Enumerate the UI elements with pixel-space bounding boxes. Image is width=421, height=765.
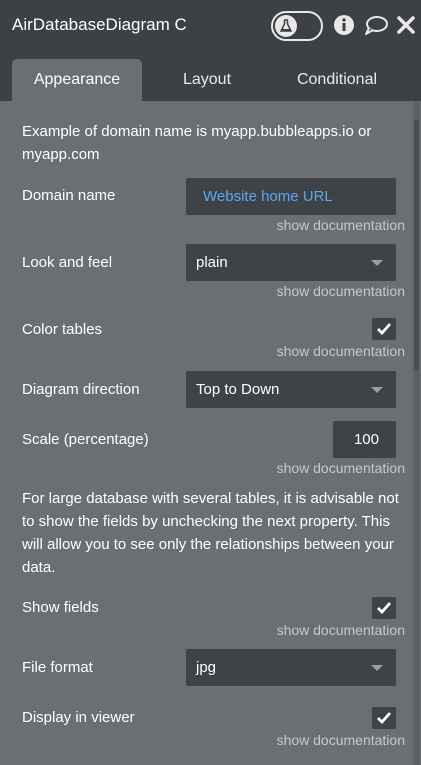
file-format-value: jpg (196, 659, 217, 676)
domain-name-input[interactable]: Website home URL (186, 178, 396, 215)
show-fields-label: Show fields (22, 599, 99, 616)
tab-bar: Appearance Layout Conditional (0, 50, 421, 101)
diagram-direction-dropdown[interactable]: Top to Down (186, 371, 396, 408)
test-mode-toggle[interactable] (271, 11, 323, 41)
look-and-feel-dropdown[interactable]: plain (186, 244, 396, 281)
checkmark-icon (377, 323, 392, 336)
display-in-viewer-checkbox[interactable] (372, 707, 396, 729)
show-fields-hint: For large database with several tables, … (22, 490, 399, 576)
tab-conditional[interactable]: Conditional (272, 59, 402, 101)
element-name-title[interactable]: AirDatabaseDiagram C (12, 15, 187, 35)
checkmark-icon (377, 712, 392, 725)
show-fields-checkbox[interactable] (372, 597, 396, 619)
chevron-down-icon (371, 260, 383, 266)
file-format-label: File format (22, 659, 93, 676)
display-in-viewer-label: Display in viewer (22, 709, 135, 726)
scale-input[interactable]: 100 (333, 421, 396, 458)
scale-show-documentation-link[interactable]: show documentation (205, 460, 405, 476)
tab-layout[interactable]: Layout (147, 59, 267, 101)
checkmark-icon (377, 602, 392, 615)
chevron-down-icon (371, 665, 383, 671)
look-and-feel-label: Look and feel (22, 254, 113, 271)
comment-icon[interactable] (363, 14, 389, 36)
color-tables-show-documentation-link[interactable]: show documentation (205, 343, 405, 359)
display-in-viewer-show-documentation-link[interactable]: show documentation (205, 732, 405, 748)
scale-label: Scale (percentage) (22, 431, 149, 448)
flask-icon (275, 15, 297, 37)
look-and-feel-show-documentation-link[interactable]: show documentation (205, 283, 405, 299)
panel-header: AirDatabaseDiagram C (0, 0, 421, 50)
look-and-feel-value: plain (196, 254, 228, 271)
chevron-down-icon (371, 387, 383, 393)
info-icon[interactable] (333, 14, 355, 36)
diagram-direction-label: Diagram direction (22, 381, 140, 398)
file-format-dropdown[interactable]: jpg (186, 649, 396, 686)
color-tables-label: Color tables (22, 321, 103, 338)
domain-name-hint: Example of domain name is myapp.bubbleap… (22, 123, 372, 163)
domain-name-show-documentation-link[interactable]: show documentation (205, 217, 405, 233)
domain-name-label: Domain name (22, 187, 116, 204)
color-tables-checkbox[interactable] (372, 318, 396, 340)
show-fields-show-documentation-link[interactable]: show documentation (205, 622, 405, 638)
scrollbar-thumb[interactable] (414, 120, 419, 370)
tab-appearance[interactable]: Appearance (12, 59, 142, 101)
close-icon[interactable] (396, 14, 418, 36)
diagram-direction-value: Top to Down (196, 381, 280, 398)
